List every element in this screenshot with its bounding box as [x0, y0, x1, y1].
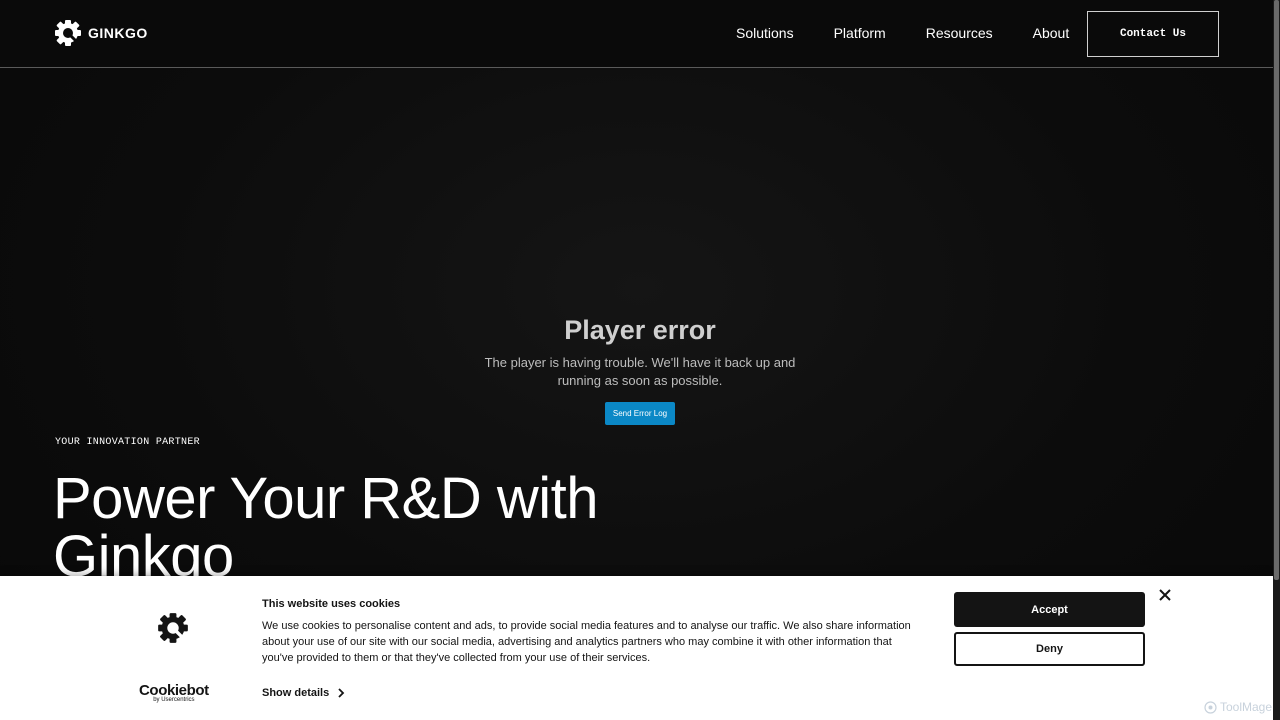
ginkgo-logo[interactable]: GINKGO: [54, 19, 148, 47]
chevron-right-icon: [338, 688, 345, 698]
nav-item-about[interactable]: About: [1033, 25, 1070, 41]
send-error-log-button[interactable]: Send Error Log: [604, 402, 676, 425]
cookie-banner: Cookiebot by Usercentrics This website u…: [0, 576, 1273, 720]
close-icon[interactable]: [1158, 588, 1172, 602]
hero-title: Power Your R&D with Ginkgo: [53, 466, 598, 589]
player-error-title: Player error: [564, 315, 716, 345]
nav-item-resources[interactable]: Resources: [926, 25, 993, 41]
site-header: GINKGO Solutions Platform Resources Abou…: [0, 0, 1273, 68]
watermark-icon: [1204, 700, 1217, 714]
cookie-title: This website uses cookies: [262, 598, 401, 610]
brand-name: GINKGO: [88, 25, 148, 41]
accept-button[interactable]: Accept: [954, 592, 1145, 627]
ginkgo-logo-icon: [158, 613, 188, 643]
nav-item-platform[interactable]: Platform: [834, 25, 886, 41]
contact-us-button[interactable]: Contact Us: [1087, 11, 1219, 57]
cookie-text: We use cookies to personalise content an…: [262, 620, 911, 664]
player-error-message: The player is having trouble. We'll have…: [484, 355, 796, 388]
scrollbar-thumb[interactable]: [1274, 0, 1279, 580]
player-error: Player error The player is having troubl…: [480, 315, 800, 425]
watermark-text: ToolMage: [1220, 700, 1273, 714]
deny-button[interactable]: Deny: [954, 632, 1145, 666]
show-details-link[interactable]: Show details: [262, 687, 345, 699]
page: GINKGO Solutions Platform Resources Abou…: [0, 0, 1280, 720]
ginkgo-logo-icon: [55, 20, 81, 46]
main-nav: Solutions Platform Resources About: [736, 25, 1109, 41]
show-details-label: Show details: [262, 687, 330, 699]
hero-eyebrow: YOUR INNOVATION PARTNER: [55, 437, 200, 448]
nav-item-solutions[interactable]: Solutions: [736, 25, 794, 41]
scrollbar[interactable]: [1273, 0, 1280, 720]
cookiebot-logo[interactable]: Cookiebot by Usercentrics: [139, 682, 209, 703]
watermark: ToolMage: [1204, 700, 1272, 714]
